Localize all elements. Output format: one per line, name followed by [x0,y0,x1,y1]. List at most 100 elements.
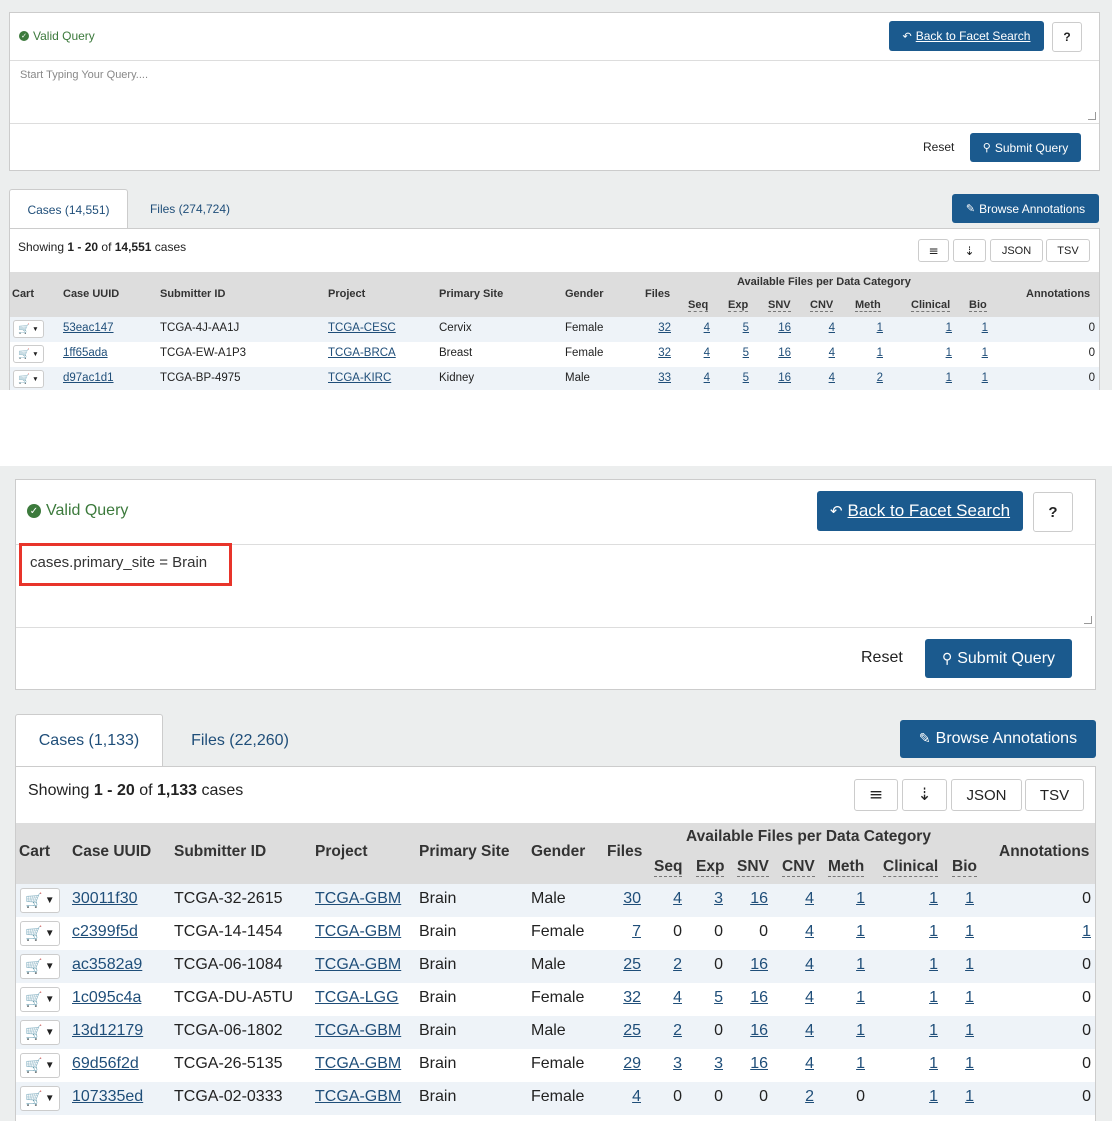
col-case-uuid[interactable]: Case UUID [63,288,119,300]
cart-dropdown-button[interactable]: 🛒 ▼ [20,1020,60,1045]
cell-uuid[interactable]: 107335ed [72,1088,143,1106]
cart-dropdown-button[interactable]: 🛒 ▼ [20,888,60,913]
tab-files[interactable]: Files (22,260) [170,714,310,767]
cell-cnv[interactable]: 4 [805,956,814,974]
cell-cnv[interactable]: 4 [805,989,814,1007]
back-to-facet-search-button[interactable]: ↶ Back to Facet Search [889,21,1044,51]
cart-dropdown-button[interactable]: 🛒 ▼ [13,320,44,338]
cell-cnv[interactable]: 4 [805,890,814,908]
cell-snv[interactable]: 16 [778,372,791,384]
tsv-button[interactable]: TSV [1025,779,1084,811]
cell-cnv[interactable]: 4 [829,322,835,334]
cell-snv[interactable]: 16 [750,890,768,908]
cart-dropdown-button[interactable]: 🛒 ▼ [20,1086,60,1111]
cell-project[interactable]: TCGA-GBM [315,890,401,908]
tab-cases[interactable]: Cases (14,551) [9,189,128,229]
cell-uuid[interactable]: 1c095c4a [72,989,141,1007]
cell-seq[interactable]: 2 [673,956,682,974]
cell-bio[interactable]: 1 [982,347,988,359]
cell-meth[interactable]: 1 [856,890,865,908]
col-project[interactable]: Project [315,843,368,861]
cell-uuid[interactable]: 53eac147 [63,322,114,334]
col-exp[interactable]: Exp [696,858,725,877]
cell-exp[interactable]: 5 [743,372,749,384]
cell-project[interactable]: TCGA-GBM [315,923,401,941]
cart-dropdown-button[interactable]: 🛒 ▼ [13,370,44,388]
cell-seq[interactable]: 4 [673,890,682,908]
col-cnv[interactable]: CNV [810,299,834,312]
cell-clinical[interactable]: 1 [946,322,952,334]
query-input[interactable]: Start Typing Your Query.... [10,61,1099,124]
cell-clinical[interactable]: 1 [929,1088,938,1106]
col-project[interactable]: Project [328,288,365,300]
cell-bio[interactable]: 1 [965,1055,974,1073]
cell-files[interactable]: 30 [623,890,641,908]
browse-annotations-button[interactable]: ✎ Browse Annotations [952,194,1099,223]
cell-files[interactable]: 32 [658,322,671,334]
submit-query-button[interactable]: ⚲ Submit Query [970,133,1081,162]
cell-bio[interactable]: 1 [965,989,974,1007]
cell-snv[interactable]: 16 [778,322,791,334]
cell-project[interactable]: TCGA-GBM [315,1088,401,1106]
cell-seq[interactable]: 2 [673,1022,682,1040]
cell-snv[interactable]: 16 [750,1055,768,1073]
cell-exp[interactable]: 3 [714,1055,723,1073]
cell-clinical[interactable]: 1 [929,956,938,974]
json-button[interactable]: JSON [990,239,1043,262]
col-seq[interactable]: Seq [654,858,683,877]
cell-meth[interactable]: 1 [856,1055,865,1073]
list-menu-button[interactable]: ≡ [918,239,949,262]
reset-link[interactable]: Reset [861,649,903,667]
cell-clinical[interactable]: 1 [946,347,952,359]
cell-meth[interactable]: 1 [856,989,865,1007]
cell-cnv[interactable]: 2 [805,1088,814,1106]
cell-uuid[interactable]: 30011f30 [72,890,138,908]
cell-clinical[interactable]: 1 [929,923,938,941]
cell-cnv[interactable]: 4 [829,372,835,384]
cell-uuid[interactable]: ac3582a9 [72,956,142,974]
list-menu-button[interactable]: ≡ [854,779,898,811]
cell-exp[interactable]: 5 [743,347,749,359]
cell-meth[interactable]: 1 [877,322,883,334]
col-meth[interactable]: Meth [828,858,865,877]
tab-files[interactable]: Files (274,724) [136,189,244,229]
cart-dropdown-button[interactable]: 🛒 ▼ [20,987,60,1012]
cell-cnv[interactable]: 4 [805,1022,814,1040]
col-snv[interactable]: SNV [768,299,791,312]
cart-dropdown-button[interactable]: 🛒 ▼ [13,345,44,363]
col-seq[interactable]: Seq [688,299,709,312]
cell-annotations[interactable]: 1 [1082,923,1091,941]
browse-annotations-button[interactable]: ✎ Browse Annotations [900,720,1096,758]
cell-project[interactable]: TCGA-GBM [315,956,401,974]
cell-clinical[interactable]: 1 [929,1055,938,1073]
cell-bio[interactable]: 1 [982,322,988,334]
cell-clinical[interactable]: 1 [929,1022,938,1040]
cell-seq[interactable]: 4 [704,372,710,384]
cell-seq[interactable]: 4 [704,322,710,334]
cell-project[interactable]: TCGA-BRCA [328,347,396,359]
cell-files[interactable]: 29 [623,1055,641,1073]
col-submitter-id[interactable]: Submitter ID [174,843,266,861]
col-primary-site[interactable]: Primary Site [419,843,509,861]
cell-meth[interactable]: 1 [856,1022,865,1040]
cell-snv[interactable]: 16 [750,956,768,974]
cell-bio[interactable]: 1 [982,372,988,384]
col-exp[interactable]: Exp [728,299,749,312]
cell-exp[interactable]: 3 [714,890,723,908]
cell-meth[interactable]: 2 [877,372,883,384]
cell-exp[interactable]: 5 [714,989,723,1007]
col-primary-site[interactable]: Primary Site [439,288,503,300]
cell-seq[interactable]: 4 [704,347,710,359]
col-bio[interactable]: Bio [969,299,987,312]
cell-meth[interactable]: 1 [856,956,865,974]
cell-snv[interactable]: 16 [778,347,791,359]
cart-dropdown-button[interactable]: 🛒 ▼ [20,954,60,979]
cell-project[interactable]: TCGA-LGG [315,989,399,1007]
col-submitter-id[interactable]: Submitter ID [160,288,225,300]
resize-handle-icon[interactable] [1088,112,1096,120]
cell-files[interactable]: 7 [632,923,641,941]
tsv-button[interactable]: TSV [1046,239,1090,262]
cell-uuid[interactable]: d97ac1d1 [63,372,114,384]
cell-files[interactable]: 25 [623,956,641,974]
col-clinical[interactable]: Clinical [883,858,939,877]
